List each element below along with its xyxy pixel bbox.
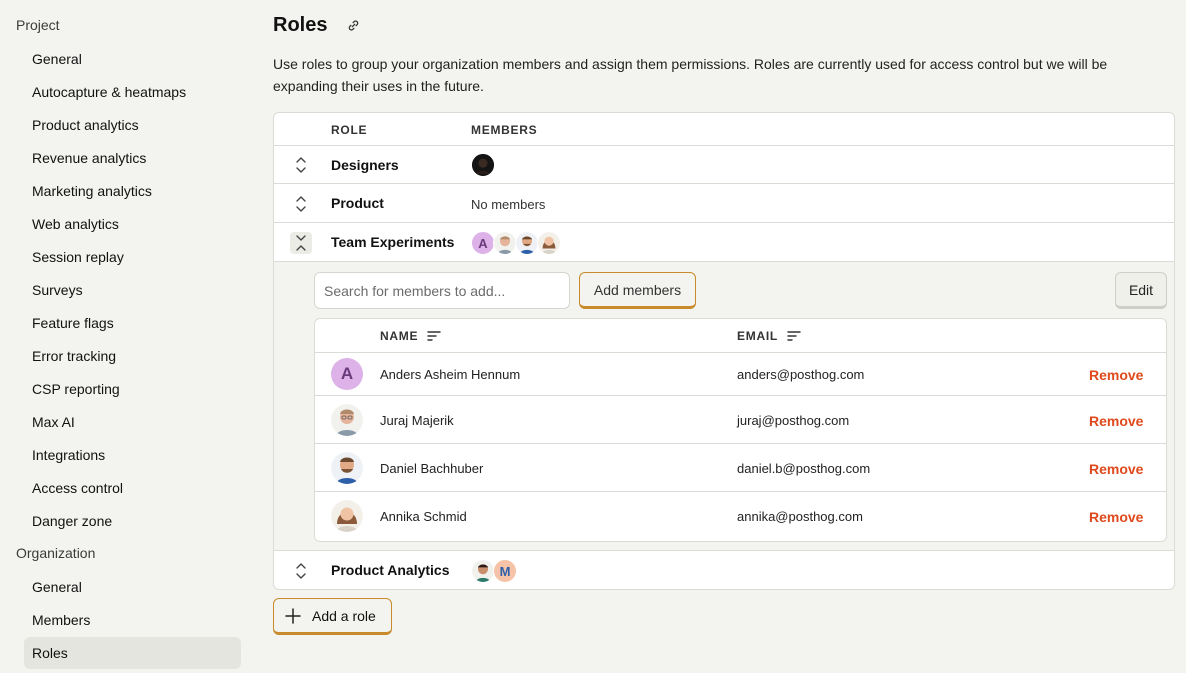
role-name: Team Experiments bbox=[331, 234, 455, 250]
member-name: Juraj Majerik bbox=[380, 413, 454, 428]
settings-sidebar: Project General Autocapture & heatmaps P… bbox=[0, 0, 250, 673]
sidebar-item-autocapture[interactable]: Autocapture & heatmaps bbox=[24, 76, 241, 108]
sidebar-item-surveys[interactable]: Surveys bbox=[24, 274, 241, 306]
member-avatar[interactable] bbox=[515, 231, 539, 255]
sidebar-item-max-ai[interactable]: Max AI bbox=[24, 406, 241, 438]
member-email: anders@posthog.com bbox=[737, 367, 865, 382]
member-email: juraj@posthog.com bbox=[737, 413, 850, 428]
member-email: annika@posthog.com bbox=[737, 509, 863, 524]
member-avatar[interactable] bbox=[537, 231, 561, 255]
roles-table: ROLE MEMBERS Designers Product No member… bbox=[273, 112, 1175, 590]
role-name: Designers bbox=[331, 157, 399, 173]
sidebar-item-marketing-analytics[interactable]: Marketing analytics bbox=[24, 175, 241, 207]
sidebar-item-general[interactable]: General bbox=[24, 43, 241, 75]
member-avatar bbox=[331, 452, 363, 484]
add-members-button[interactable]: Add members bbox=[579, 272, 696, 309]
table-row: Annika Schmid annika@posthog.com Remove bbox=[315, 492, 1166, 541]
sidebar-item-feature-flags[interactable]: Feature flags bbox=[24, 307, 241, 339]
role-members: M bbox=[471, 558, 517, 584]
member-name: Annika Schmid bbox=[380, 509, 467, 524]
member-name: Anders Asheim Hennum bbox=[380, 367, 521, 382]
member-avatar[interactable] bbox=[471, 153, 495, 177]
expand-icon[interactable] bbox=[290, 193, 312, 215]
member-search-input[interactable] bbox=[314, 272, 570, 309]
sidebar-item-web-analytics[interactable]: Web analytics bbox=[24, 208, 241, 240]
plus-icon bbox=[285, 607, 301, 624]
role-row-product-analytics[interactable]: Product Analytics M bbox=[274, 551, 1174, 589]
column-header-name-label: NAME bbox=[380, 329, 419, 343]
members-table-header: NAME EMAIL bbox=[315, 319, 1166, 353]
member-avatar[interactable]: A bbox=[471, 231, 495, 255]
member-avatar[interactable] bbox=[471, 559, 495, 583]
page-description: Use roles to group your organization mem… bbox=[273, 56, 1108, 94]
member-avatar: A bbox=[331, 358, 363, 390]
role-row-product[interactable]: Product No members bbox=[274, 184, 1174, 223]
sidebar-item-product-analytics[interactable]: Product analytics bbox=[24, 109, 241, 141]
no-members-text: No members bbox=[471, 196, 546, 212]
sidebar-item-revenue-analytics[interactable]: Revenue analytics bbox=[24, 142, 241, 174]
sort-icon bbox=[787, 331, 801, 341]
remove-member-button[interactable]: Remove bbox=[1089, 413, 1143, 429]
member-avatar bbox=[331, 500, 363, 532]
member-avatar bbox=[331, 404, 363, 436]
role-members-panel: Add members Edit NAME EMAIL A Ander bbox=[274, 262, 1174, 551]
role-row-team-experiments[interactable]: Team Experiments A bbox=[274, 223, 1174, 262]
member-email: daniel.b@posthog.com bbox=[737, 461, 871, 476]
column-header-name[interactable]: NAME bbox=[380, 329, 441, 343]
remove-member-button[interactable]: Remove bbox=[1089, 367, 1143, 383]
role-members: No members bbox=[471, 191, 545, 217]
table-row: A Anders Asheim Hennum anders@posthog.co… bbox=[315, 353, 1166, 396]
sort-icon bbox=[427, 331, 441, 341]
expand-icon[interactable] bbox=[290, 154, 312, 176]
page-header: Roles bbox=[273, 14, 361, 37]
sidebar-item-danger-zone[interactable]: Danger zone bbox=[24, 505, 241, 537]
member-avatar[interactable] bbox=[493, 231, 517, 255]
remove-member-button[interactable]: Remove bbox=[1089, 461, 1143, 477]
expand-icon[interactable] bbox=[290, 560, 312, 582]
role-row-designers[interactable]: Designers bbox=[274, 146, 1174, 184]
sidebar-item-org-general[interactable]: General bbox=[24, 571, 241, 603]
sidebar-heading-organization: Organization bbox=[16, 545, 96, 561]
sidebar-item-roles[interactable]: Roles bbox=[24, 637, 241, 669]
page-title: Roles bbox=[273, 14, 328, 36]
column-header-members: MEMBERS bbox=[471, 123, 538, 137]
collapse-icon[interactable] bbox=[290, 232, 312, 254]
sidebar-item-access-control[interactable]: Access control bbox=[24, 472, 241, 504]
link-icon[interactable] bbox=[345, 18, 361, 34]
table-row: Daniel Bachhuber daniel.b@posthog.com Re… bbox=[315, 444, 1166, 492]
role-members: A bbox=[471, 230, 561, 256]
sidebar-item-error-tracking[interactable]: Error tracking bbox=[24, 340, 241, 372]
column-header-email-label: EMAIL bbox=[737, 329, 778, 343]
role-members-table: NAME EMAIL A Anders Asheim Hennum anders… bbox=[314, 318, 1167, 542]
role-members bbox=[471, 152, 495, 178]
role-name: Product bbox=[331, 195, 384, 211]
sidebar-item-session-replay[interactable]: Session replay bbox=[24, 241, 241, 273]
member-avatar[interactable]: M bbox=[493, 559, 517, 583]
member-name: Daniel Bachhuber bbox=[380, 461, 484, 476]
sidebar-item-csp-reporting[interactable]: CSP reporting bbox=[24, 373, 241, 405]
sidebar-heading-project: Project bbox=[16, 17, 60, 33]
add-role-label: Add a role bbox=[312, 607, 376, 624]
sidebar-item-members[interactable]: Members bbox=[24, 604, 241, 636]
column-header-role: ROLE bbox=[331, 123, 368, 137]
role-name: Product Analytics bbox=[331, 562, 450, 578]
table-row: Juraj Majerik juraj@posthog.com Remove bbox=[315, 396, 1166, 444]
column-header-email[interactable]: EMAIL bbox=[737, 329, 801, 343]
sidebar-item-integrations[interactable]: Integrations bbox=[24, 439, 241, 471]
edit-button[interactable]: Edit bbox=[1115, 272, 1167, 309]
remove-member-button[interactable]: Remove bbox=[1089, 509, 1143, 525]
add-role-button[interactable]: Add a role bbox=[273, 598, 392, 635]
roles-table-header: ROLE MEMBERS bbox=[274, 113, 1174, 146]
